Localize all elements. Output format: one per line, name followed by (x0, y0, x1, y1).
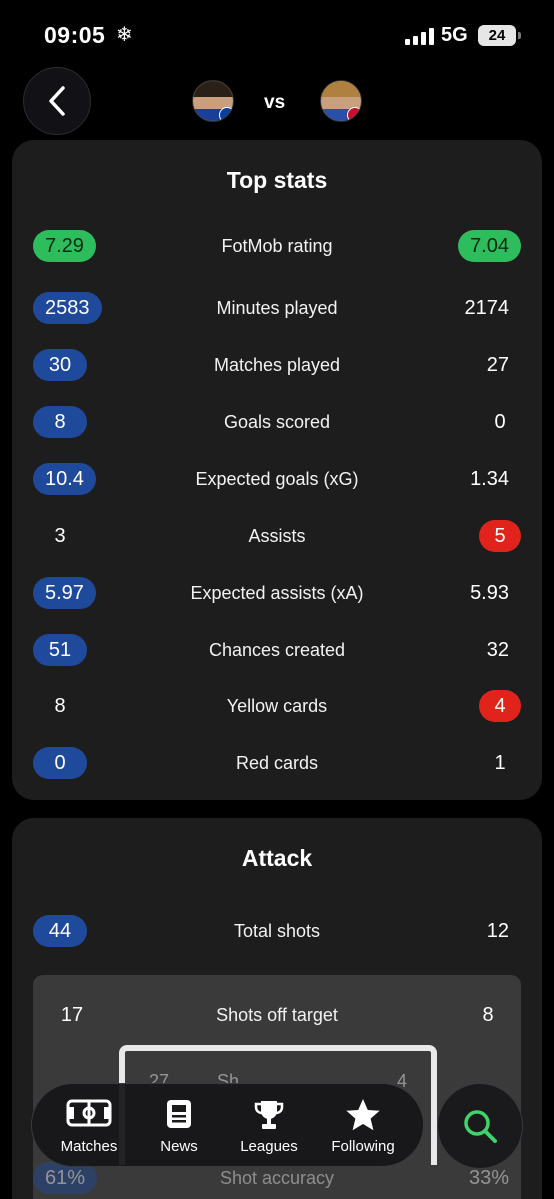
matches-played-label: Matches played (213, 355, 341, 375)
matches-played-right-value: 27 (486, 354, 509, 376)
assists-right-value: 5 (479, 520, 521, 552)
search-icon (464, 1110, 497, 1143)
snowflake-icon: ❄ (116, 24, 133, 46)
chelsea-badge-icon (219, 107, 233, 121)
shots-off-target-label: Shots off target (216, 1005, 338, 1025)
stat-row-red-cards: 0 Red cards 1 (12, 745, 542, 781)
nav-matches[interactable]: Matches (44, 1084, 134, 1168)
top-stats-card: Top stats 7.29 FotMob rating 7.04 2583 Minut… (12, 140, 542, 800)
stat-row-chances-created: 51 Chances created 32 (12, 632, 542, 668)
stat-row-fotmob-rating: 7.29 FotMob rating 7.04 (12, 228, 542, 264)
yellow-cards-right-value: 4 (479, 690, 521, 722)
status-time: 09:05 (44, 22, 106, 48)
nav-news-label: News (160, 1138, 198, 1155)
pitch-icon (66, 1099, 112, 1127)
bottom-nav: Matches News Leagues Following (31, 1083, 424, 1167)
stat-row-expected-assists-xa: 5.97 Expected assists (xA) 5.93 (12, 575, 542, 611)
yellow-cards-label: Yellow cards (226, 696, 328, 716)
total-shots-label: Total shots (233, 921, 321, 941)
star-icon (346, 1099, 380, 1131)
chevron-left-icon (49, 86, 65, 116)
status-bar: 09:05 ❄ 5G 24 (0, 0, 554, 70)
nav-leagues[interactable]: Leagues (224, 1084, 314, 1168)
stat-row-goals-scored: 8 Goals scored 0 (12, 404, 542, 440)
stat-row-yellow-cards: 8 Yellow cards 4 (12, 688, 542, 724)
expected-goals-xg-right-value: 1.34 (470, 468, 509, 490)
news-icon (167, 1100, 191, 1128)
player-left-avatar[interactable] (192, 80, 234, 122)
back-button[interactable] (23, 67, 91, 135)
shots-off-target-right-value: 8 (482, 1004, 494, 1026)
player-right-avatar[interactable] (320, 80, 362, 122)
nav-news[interactable]: News (134, 1084, 224, 1168)
stat-row-total-shots: 44 Total shots 12 (12, 913, 542, 949)
expected-assists-xa-right-value: 5.93 (470, 582, 509, 604)
attack-title: Attack (241, 845, 313, 871)
signal-icon (405, 28, 435, 45)
fotmob-rating-right-value: 7.04 (458, 230, 521, 262)
chances-created-label: Chances created (208, 640, 346, 660)
nav-leagues-label: Leagues (240, 1138, 298, 1155)
total-shots-right-value: 12 (486, 920, 509, 942)
battery-icon: 24 (478, 25, 521, 46)
search-button[interactable] (437, 1083, 523, 1169)
vs-label: vs (264, 92, 286, 113)
nav-following-label: Following (331, 1138, 395, 1155)
stat-row-expected-goals-xg: 10.4 Expected goals (xG) 1.34 (12, 461, 542, 497)
red-cards-right-value: 1 (494, 752, 506, 774)
stat-row-minutes-played: 2583 Minutes played 2174 (12, 290, 542, 326)
stat-row-matches-played: 30 Matches played 27 (12, 347, 542, 383)
stat-row-assists: 3 Assists 5 (12, 518, 542, 554)
goals-scored-right-value: 0 (494, 411, 506, 433)
chances-created-right-value: 32 (486, 639, 509, 661)
stat-row-shots-off-target: 17 Shots off target 8 (33, 997, 521, 1033)
crystal-palace-badge-icon (347, 107, 361, 121)
network-type: 5G (441, 24, 468, 46)
assists-label: Assists (248, 526, 306, 546)
trophy-icon (254, 1101, 284, 1129)
top-stats-title: Top stats (226, 167, 328, 193)
nav-matches-label: Matches (60, 1138, 118, 1155)
goals-scored-label: Goals scored (223, 412, 331, 432)
minutes-played-right-value: 2174 (464, 297, 510, 319)
red-cards-label: Red cards (235, 753, 319, 773)
nav-following[interactable]: Following (318, 1084, 408, 1168)
